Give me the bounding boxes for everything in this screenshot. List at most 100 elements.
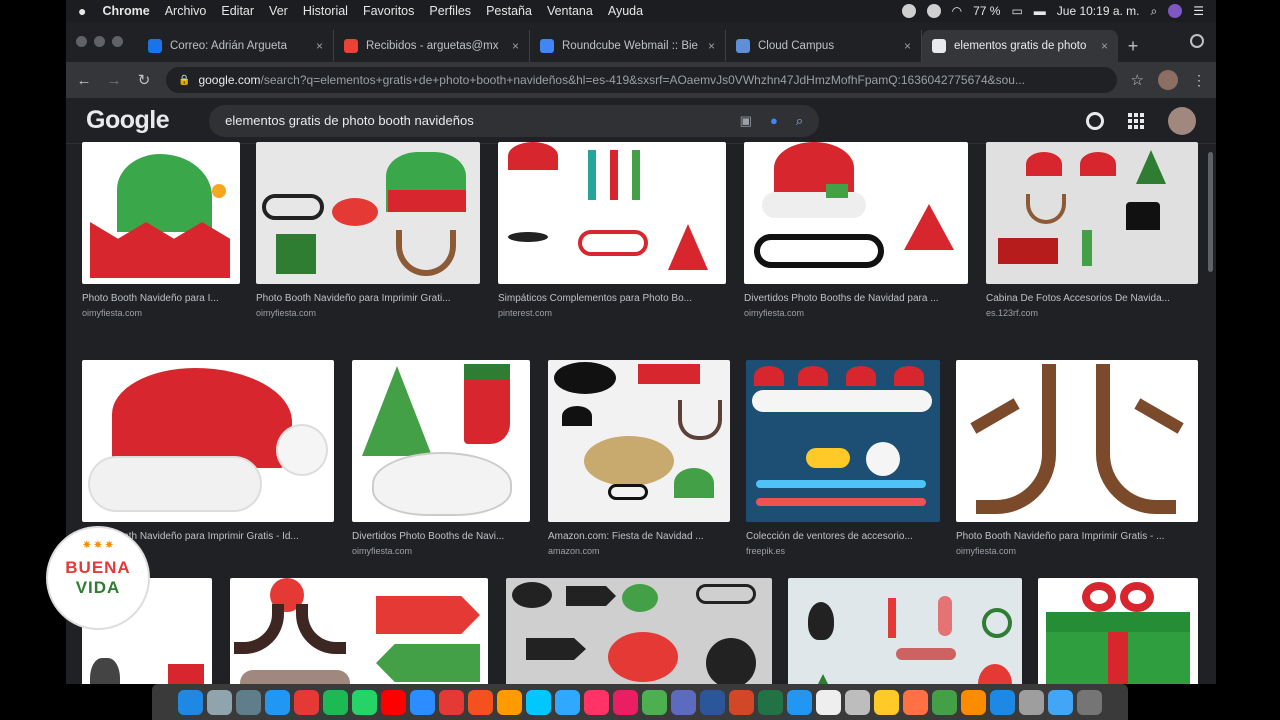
new-tab-button[interactable]: + xyxy=(1118,30,1148,62)
dock-app-icon[interactable] xyxy=(671,689,696,715)
result-source[interactable]: es.123rf.com xyxy=(986,308,1198,318)
dock-app-icon[interactable] xyxy=(816,689,841,715)
result-image-stocking-beard[interactable] xyxy=(352,360,530,522)
clock[interactable]: Jue 10:19 a. m. xyxy=(1057,4,1140,18)
menu-historial[interactable]: Historial xyxy=(303,4,348,18)
result-title[interactable]: Amazon.com: Fiesta de Navidad ... xyxy=(548,531,730,542)
result-image-santa-props[interactable] xyxy=(744,142,968,284)
close-tab-icon[interactable]: × xyxy=(904,39,911,53)
dock-app-icon[interactable] xyxy=(323,689,348,715)
image-result-card[interactable] xyxy=(230,578,488,684)
result-image-merry-christmas[interactable] xyxy=(788,578,1022,684)
search-query[interactable]: elementos gratis de photo booth navideño… xyxy=(225,113,722,128)
result-title[interactable]: Divertidos Photo Booths de Navi... xyxy=(352,531,530,542)
image-result-card[interactable]: Photo Booth Navideño para Imprimir Grati… xyxy=(956,360,1198,556)
result-source[interactable]: oimyfiesta.com xyxy=(82,308,240,318)
result-source[interactable]: oimyfiesta.com xyxy=(744,308,968,318)
dock-app-icon[interactable] xyxy=(294,689,319,715)
image-result-card[interactable]: Photo Booth Navideño para I... oimyfiest… xyxy=(82,142,240,318)
result-image-antlers[interactable] xyxy=(956,360,1198,522)
dock-app-icon[interactable] xyxy=(178,689,203,715)
browser-tab[interactable]: Roundcube Webmail :: Bie × xyxy=(530,30,726,62)
apps-grid-icon[interactable] xyxy=(1128,112,1144,129)
menu-editar[interactable]: Editar xyxy=(221,4,254,18)
image-result-card[interactable]: Simpáticos Complementos para Photo Bo...… xyxy=(498,142,726,318)
menu-ventana[interactable]: Ventana xyxy=(547,4,593,18)
dock-app-icon[interactable] xyxy=(555,689,580,715)
dock-app-icon[interactable] xyxy=(961,689,986,715)
wifi-icon[interactable]: ◠ xyxy=(952,4,962,18)
chrome-menu-icon[interactable]: ⋮ xyxy=(1192,72,1206,89)
dock-app-icon[interactable] xyxy=(932,689,957,715)
image-result-card[interactable] xyxy=(506,578,772,684)
google-search-box[interactable]: elementos gratis de photo booth navideño… xyxy=(209,104,820,137)
dock-app-icon[interactable] xyxy=(642,689,667,715)
forward-button[interactable]: → xyxy=(106,72,122,89)
dock-app-icon[interactable] xyxy=(1077,689,1102,715)
dock-app-icon[interactable] xyxy=(845,689,870,715)
apple-icon[interactable]: ● xyxy=(78,3,86,19)
dock-app-icon[interactable] xyxy=(207,689,232,715)
dock-app-icon[interactable] xyxy=(352,689,377,715)
result-title[interactable]: Simpáticos Complementos para Photo Bo... xyxy=(498,293,726,304)
image-result-card[interactable] xyxy=(788,578,1022,684)
control-center-icon[interactable]: ☰ xyxy=(1193,4,1204,18)
tab-search-icon[interactable] xyxy=(1190,34,1204,48)
image-result-card[interactable] xyxy=(1038,578,1198,684)
bookmark-star-icon[interactable]: ☆ xyxy=(1131,71,1144,89)
result-title[interactable]: Colección de ventores de accesorio... xyxy=(746,531,940,542)
result-title[interactable]: Photo Booth Navideño para I... xyxy=(82,293,240,304)
dock-app-icon[interactable] xyxy=(439,689,464,715)
result-image-booth-props[interactable] xyxy=(256,142,480,284)
close-tab-icon[interactable]: × xyxy=(512,39,519,53)
result-title[interactable]: Divertidos Photo Booths de Navidad para … xyxy=(744,293,968,304)
dock-app-icon[interactable] xyxy=(497,689,522,715)
profile-avatar[interactable] xyxy=(1158,70,1178,90)
dock-app-icon[interactable] xyxy=(236,689,261,715)
result-image-gift-box[interactable] xyxy=(1038,578,1198,684)
camera-icon[interactable]: ▣ xyxy=(740,113,752,129)
result-image-vector-accessories[interactable] xyxy=(746,360,940,522)
image-result-card[interactable]: Colección de ventores de accesorio... fr… xyxy=(746,360,940,556)
dock-app-icon[interactable] xyxy=(700,689,725,715)
result-image-party-props[interactable] xyxy=(548,360,730,522)
battery-icon[interactable]: ▭ xyxy=(1011,4,1022,18)
upload-icon[interactable] xyxy=(926,4,941,18)
result-image-complements[interactable] xyxy=(498,142,726,284)
flag-icon[interactable]: ▬ xyxy=(1034,4,1046,18)
close-tab-icon[interactable]: × xyxy=(708,39,715,53)
menu-pestana[interactable]: Pestaña xyxy=(486,4,532,18)
google-logo[interactable]: Google xyxy=(86,106,170,135)
browser-tab[interactable]: Recibidos - arguetas@mx × xyxy=(334,30,530,62)
menu-favoritos[interactable]: Favoritos xyxy=(363,4,414,18)
spotlight-search-icon[interactable]: ⌕ xyxy=(1151,4,1158,19)
close-tab-icon[interactable]: × xyxy=(1101,39,1108,53)
dock-app-icon[interactable] xyxy=(584,689,609,715)
account-avatar[interactable] xyxy=(1168,106,1196,135)
dock-app-icon[interactable] xyxy=(787,689,812,715)
dock-app-icon[interactable] xyxy=(729,689,754,715)
result-image-elf-hat[interactable] xyxy=(82,142,240,284)
settings-gear-icon[interactable] xyxy=(1086,111,1104,130)
microphone-icon[interactable]: ● xyxy=(770,113,778,128)
image-result-card[interactable]: Cabina De Fotos Accesorios De Navida... … xyxy=(986,142,1198,318)
browser-tab[interactable]: Cloud Campus × xyxy=(726,30,922,62)
result-source[interactable]: oimyfiesta.com xyxy=(256,308,480,318)
dock-app-icon[interactable] xyxy=(410,689,435,715)
dock-app-icon[interactable] xyxy=(526,689,551,715)
browser-tab[interactable]: elementos gratis de photo × xyxy=(922,30,1118,62)
page-scrollbar[interactable] xyxy=(1208,152,1213,272)
dock-app-icon[interactable] xyxy=(613,689,638,715)
back-button[interactable]: ← xyxy=(76,72,92,89)
dock-app-icon[interactable] xyxy=(990,689,1015,715)
result-image-booth-accessories[interactable] xyxy=(986,142,1198,284)
dock-app-icon[interactable] xyxy=(265,689,290,715)
image-result-card[interactable]: Divertidos Photo Booths de Navidad para … xyxy=(744,142,968,318)
dock-app-icon[interactable] xyxy=(758,689,783,715)
dock-app-icon[interactable] xyxy=(381,689,406,715)
minimize-window-button[interactable] xyxy=(94,36,105,47)
image-result-card[interactable]: Photo Booth Navideño para Imprimir Grati… xyxy=(82,360,334,556)
dock-app-icon[interactable] xyxy=(1048,689,1073,715)
result-image-chalkboard-props[interactable] xyxy=(506,578,772,684)
close-window-button[interactable] xyxy=(76,36,87,47)
